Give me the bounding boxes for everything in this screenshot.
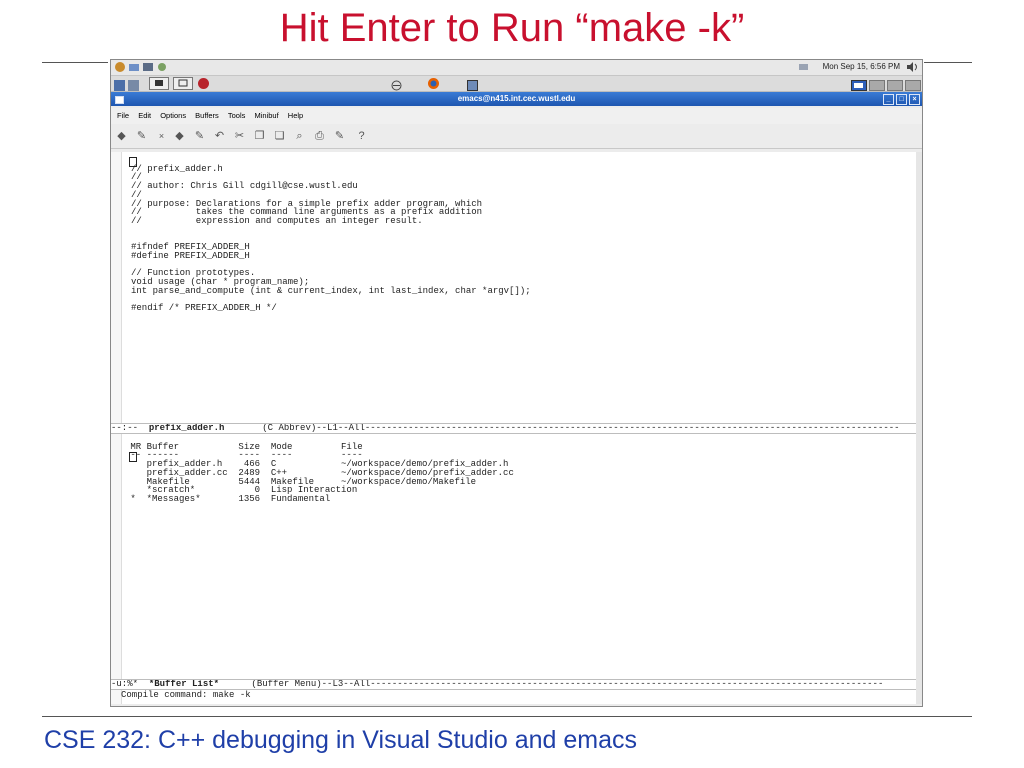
menu-options[interactable]: Options [160, 111, 186, 120]
code-line: int parse_and_compute (int & current_ind… [131, 285, 531, 296]
cut-icon[interactable]: ✂ [233, 130, 246, 143]
window-titlebar[interactable]: emacs@n415.int.cec.wustl.edu _ □ × [111, 92, 922, 106]
undo-icon[interactable]: ↶ [213, 130, 226, 143]
slide-title: Hit Enter to Run “make -k” [279, 6, 745, 50]
code-line: #endif /* PREFIX_ADDER_H */ [131, 302, 277, 313]
menu-help[interactable]: Help [288, 111, 303, 120]
gnome-taskbar [111, 76, 922, 92]
save-as-icon[interactable]: ✎ [193, 130, 206, 143]
buffer-list-cursor [129, 452, 137, 462]
buffer-list[interactable]: MR Buffer Size Mode File -- ------ ---- … [125, 434, 514, 521]
modeline-mode: (Buffer Menu)--L3--All------------------… [219, 679, 884, 689]
code-line: // prefix_adder.h [131, 163, 223, 174]
system-menu-icon[interactable] [142, 61, 154, 75]
places-menu-icon[interactable] [128, 61, 140, 75]
open-file-icon[interactable]: ✎ [135, 130, 148, 143]
gnome-top-panel: Mon Sep 15, 6:56 PM [111, 60, 922, 76]
window-menu-icon[interactable] [115, 95, 124, 109]
close-button[interactable]: × [909, 94, 920, 105]
emacs-frame[interactable]: // prefix_adder.h//// author: Chris Gill… [111, 152, 922, 704]
toolbar: ◆ ✎ × ◆ ✎ ↶ ✂ ❐ ❏ ⌕ ⎙ ✎ ? [111, 126, 922, 149]
code-line: #define PREFIX_ADDER_H [131, 250, 250, 261]
minimize-button[interactable]: _ [883, 94, 894, 105]
footer-rule [42, 716, 972, 717]
buffer-list-row[interactable]: * *Messages* 1356 Fundamental [125, 495, 514, 504]
minibuffer-prompt[interactable]: Compile command: make -k [121, 690, 251, 700]
preferences-icon[interactable]: ✎ [333, 130, 346, 143]
paste-icon[interactable]: ❏ [273, 130, 286, 143]
menu-buffers[interactable]: Buffers [195, 111, 219, 120]
help-icon[interactable]: ? [355, 130, 368, 143]
emacs-screenshot: Mon Sep 15, 6:56 PM emacs@n415.int.cec.w… [110, 59, 923, 707]
volume-icon[interactable] [906, 61, 918, 73]
code-line: // author: Chris Gill cdgill@cse.wustl.e… [131, 181, 358, 192]
copy-icon[interactable]: ❐ [253, 130, 266, 143]
modeline-buffer-name: *Buffer List* [148, 679, 220, 689]
menu-minibuf[interactable]: Minibuf [255, 111, 279, 120]
modeline-buffer-name: prefix_adder.h [148, 423, 225, 433]
launcher-icon[interactable] [156, 61, 168, 75]
source-buffer-text[interactable]: // prefix_adder.h//// author: Chris Gill… [131, 156, 531, 330]
notification-icon [799, 63, 808, 73]
maximize-button[interactable]: □ [896, 94, 907, 105]
title-rule-right [924, 62, 972, 63]
code-line: // expression and computes an integer re… [131, 215, 423, 226]
title-rule-left [42, 62, 108, 63]
new-file-icon[interactable]: ◆ [115, 130, 128, 143]
menu-tools[interactable]: Tools [228, 111, 246, 120]
print-icon[interactable]: ⎙ [313, 130, 326, 143]
menu-file[interactable]: File [117, 111, 129, 120]
modeline-status: -u:%* [111, 679, 149, 689]
window-title: emacs@n415.int.cec.wustl.edu [457, 94, 576, 103]
close-buffer-icon[interactable]: × [155, 130, 168, 143]
modeline-bottom[interactable]: -u:%* *Buffer List* (Buffer Menu)--L3--A… [111, 679, 916, 690]
applications-menu-icon[interactable] [114, 61, 126, 75]
menu-bar: File Edit Options Buffers Tools Minibuf … [111, 108, 922, 124]
modeline-top[interactable]: --:-- prefix_adder.h (C Abbrev)--L1--All… [111, 423, 916, 434]
save-icon[interactable]: ◆ [173, 130, 186, 143]
panel-clock[interactable]: Mon Sep 15, 6:56 PM [823, 62, 900, 71]
slide-footer: CSE 232: C++ debugging in Visual Studio … [44, 726, 637, 754]
menu-edit[interactable]: Edit [138, 111, 151, 120]
vertical-scrollbar[interactable] [916, 152, 922, 704]
modeline-mode: (C Abbrev)--L1--All---------------------… [224, 423, 900, 433]
search-icon[interactable]: ⌕ [293, 130, 306, 143]
modeline-status: --:-- [111, 423, 149, 433]
